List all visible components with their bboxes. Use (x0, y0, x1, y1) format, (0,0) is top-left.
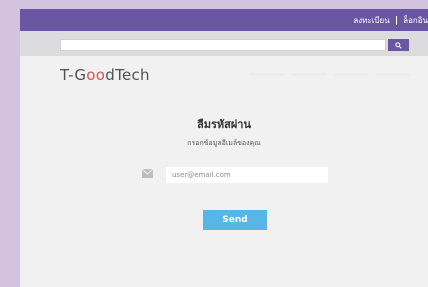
page-title: ลืมรหัสผ่าน (196, 118, 251, 131)
page-subtitle: กรอกข้อมูลอีเมล์ของคุณ (187, 139, 261, 147)
send-button[interactable]: Send (203, 210, 267, 230)
site-logo[interactable]: T-GoodTech (60, 66, 150, 84)
nav-item (334, 73, 368, 76)
logo-highlight: oo (86, 66, 106, 84)
page-container: ลงทะเบียน ล็อกอิน T-GoodTech ลืมรหัสผ่าน… (20, 9, 428, 287)
search-input[interactable] (60, 39, 386, 51)
nav-item (376, 73, 410, 76)
top-links: ลงทะเบียน ล็อกอิน (353, 9, 428, 31)
envelope-icon (142, 169, 153, 178)
nav-item (250, 73, 284, 76)
nav-item (292, 73, 326, 76)
search-button[interactable] (388, 39, 409, 51)
register-link[interactable]: ลงทะเบียน (353, 14, 389, 27)
search-icon (395, 41, 402, 49)
logo-prefix: T-G (60, 66, 87, 84)
logo-suffix: dTech (105, 66, 150, 84)
login-link[interactable]: ล็อกอิน (403, 14, 428, 27)
nav-placeholder (250, 73, 410, 77)
search-bar (20, 31, 428, 56)
link-divider (395, 15, 398, 25)
email-field[interactable] (166, 167, 328, 183)
top-bar: ลงทะเบียน ล็อกอิน (20, 9, 428, 31)
